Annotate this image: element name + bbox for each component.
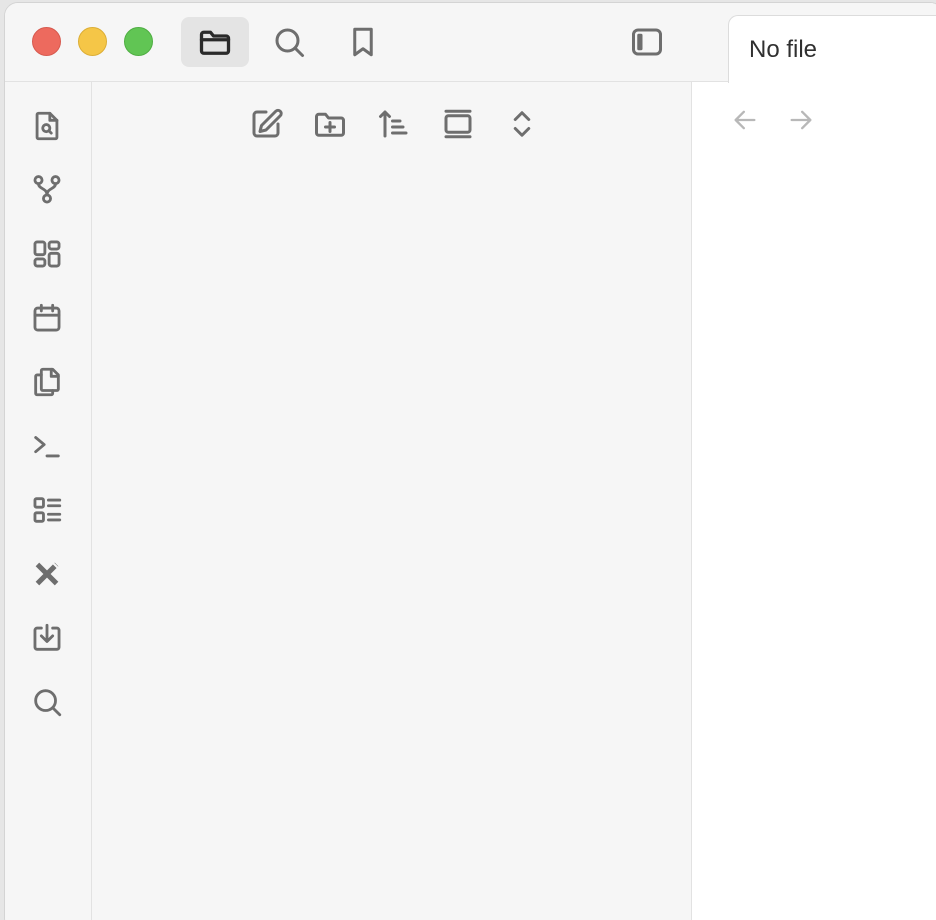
outline-button[interactable]: [27, 490, 67, 530]
arrow-left-icon: [734, 110, 756, 130]
tab-strip: No file: [692, 3, 936, 83]
daily-note-button[interactable]: [27, 298, 67, 338]
navigate-back-button[interactable]: [728, 103, 762, 137]
new-note-icon: [252, 108, 283, 138]
files-tab-button[interactable]: [181, 17, 249, 67]
command-palette-icon: [34, 436, 60, 458]
sort-icon: [379, 110, 408, 138]
file-explorer: [92, 82, 692, 920]
auto-reveal-button[interactable]: [438, 104, 478, 144]
file-search-icon: [35, 111, 59, 141]
new-note-button[interactable]: [246, 104, 286, 144]
import-icon: [33, 623, 61, 651]
outline-icon: [33, 497, 62, 523]
title-bar: [5, 3, 692, 82]
app-window: No file: [4, 2, 936, 920]
canvas-button[interactable]: [27, 234, 67, 274]
navigate-forward-button[interactable]: [784, 103, 818, 137]
expand-collapse-button[interactable]: [502, 104, 542, 144]
calendar-icon: [33, 303, 61, 332]
collapse-view-icon: [444, 109, 472, 139]
sidebar-toggle-icon: [632, 28, 662, 56]
sort-button[interactable]: [374, 104, 414, 144]
tab-no-file[interactable]: No file: [728, 15, 936, 83]
left-ribbon: [5, 82, 92, 920]
search-tab-button[interactable]: [255, 17, 323, 67]
search-ribbon-button[interactable]: [27, 682, 67, 722]
bookmarks-tab-button[interactable]: [329, 17, 397, 67]
main-pane: No file: [692, 3, 936, 920]
minimize-window-button[interactable]: [78, 27, 107, 56]
sidebar-toggle-button[interactable]: [613, 17, 681, 67]
canvas-icon: [33, 240, 61, 268]
folder-icon: [199, 30, 231, 55]
search-icon: [34, 689, 62, 717]
graph-icon: [33, 175, 61, 204]
plugin-tools-button[interactable]: [27, 554, 67, 594]
copy-icon: [34, 367, 60, 397]
bookmark-icon: [353, 27, 373, 57]
new-folder-button[interactable]: [310, 104, 350, 144]
search-icon: [275, 28, 304, 57]
new-folder-icon: [315, 112, 345, 137]
tab-title: No file: [749, 36, 818, 63]
command-palette-button[interactable]: [27, 426, 67, 466]
graph-view-button[interactable]: [27, 170, 67, 210]
close-window-button[interactable]: [32, 27, 61, 56]
quick-switcher-button[interactable]: [27, 106, 67, 146]
arrow-right-icon: [790, 110, 812, 130]
expand-collapse-icon: [513, 111, 531, 137]
templates-button[interactable]: [27, 362, 67, 402]
plugin-tools-icon: [35, 561, 60, 586]
import-button[interactable]: [27, 618, 67, 658]
maximize-window-button[interactable]: [124, 27, 153, 56]
